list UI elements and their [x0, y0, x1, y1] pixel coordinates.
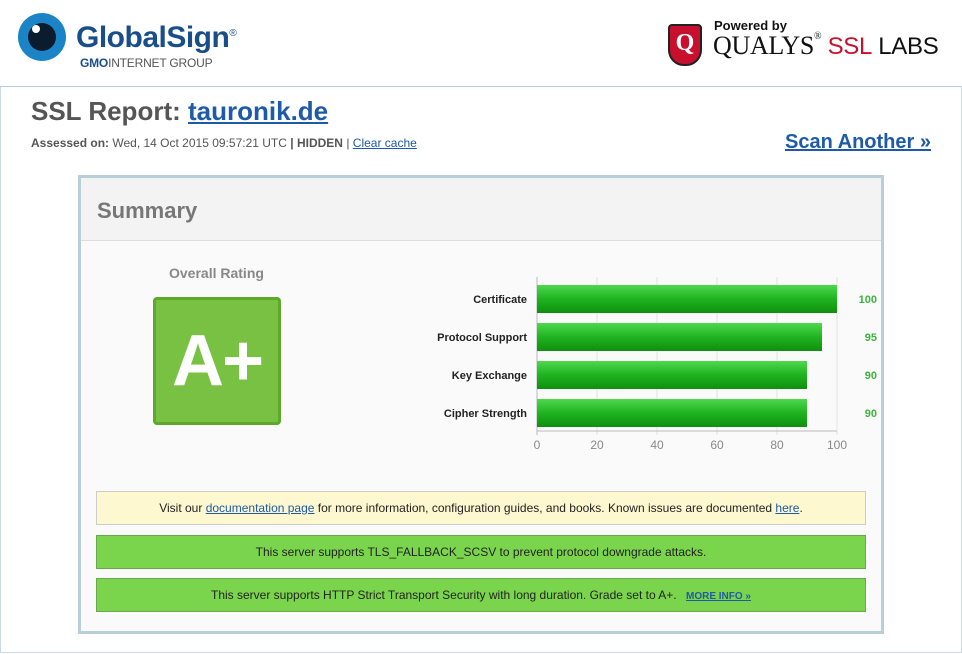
rating-chart-svg: Certificate 100 Protocol Support 95 Key Exch…	[437, 277, 877, 452]
tick-label-2: 40	[650, 438, 664, 452]
tick-label-1: 20	[590, 438, 604, 452]
info-end: .	[799, 501, 803, 515]
tick-label-3: 60	[710, 438, 724, 452]
fallback-scsv-notice: This server supports TLS_FALLBACK_SCSV t…	[96, 535, 866, 569]
globalsign-sub-gmo: GMO	[80, 56, 109, 70]
known-issues-link[interactable]: here	[775, 501, 799, 515]
assessed-label: Assessed on:	[31, 136, 110, 150]
qualys-labs: LABS	[878, 33, 939, 60]
hsts-text: This server supports HTTP Strict Transpo…	[211, 588, 677, 602]
category-label-0: Certificate	[473, 294, 527, 306]
value-label-0: 100	[859, 294, 877, 306]
summary-panel: Summary Overall Rating A+ Certificate 100…	[78, 175, 884, 634]
summary-body: Overall Rating A+ Certificate 100 Protocol…	[81, 241, 881, 631]
documentation-notice: Visit our documentation page for more in…	[96, 491, 866, 525]
category-label-3: Cipher Strength	[444, 408, 527, 420]
header: GlobalSign® GMOINTERNET GROUP Q Powered …	[0, 0, 962, 87]
category-label-2: Key Exchange	[452, 370, 527, 382]
info-pre: Visit our	[159, 501, 203, 515]
globalsign-eye-icon	[18, 13, 66, 61]
domain-link[interactable]: tauronik.de	[188, 96, 328, 126]
rating-chart: Certificate 100 Protocol Support 95 Key Exch…	[331, 277, 877, 467]
bar-3	[537, 399, 807, 427]
summary-header: Summary	[81, 178, 881, 241]
value-label-2: 90	[865, 370, 877, 382]
separator-1: |	[290, 136, 294, 150]
summary-title: Summary	[97, 198, 198, 223]
qualys-brand: QUALYS	[713, 31, 815, 60]
value-label-1: 95	[865, 332, 877, 344]
bar-2	[537, 361, 807, 389]
globalsign-sub-rest: INTERNET GROUP	[108, 56, 213, 70]
clear-cache-link[interactable]: Clear cache	[353, 136, 417, 150]
bar-0	[537, 285, 837, 313]
scan-another-link[interactable]: Scan Another »	[785, 131, 931, 154]
tick-label-0: 0	[534, 438, 541, 452]
grade-badge: A+	[153, 297, 281, 425]
info-mid: for more information, configuration guid…	[317, 501, 773, 515]
bar-1	[537, 323, 822, 351]
qualys-reg: ®	[814, 31, 822, 42]
qualys-ssl: SSL	[827, 33, 873, 60]
documentation-link[interactable]: documentation page	[206, 501, 315, 515]
assessed-line: Assessed on: Wed, 14 Oct 2015 09:57:21 U…	[31, 136, 417, 150]
title-prefix: SSL Report:	[31, 96, 181, 126]
qualys-shield-icon: Q	[668, 24, 702, 66]
tick-label-5: 100	[827, 438, 847, 452]
separator-2: |	[346, 136, 350, 150]
fallback-text: This server supports TLS_FALLBACK_SCSV t…	[255, 545, 707, 559]
globalsign-logo[interactable]: GlobalSign® GMOINTERNET GROUP	[18, 13, 258, 73]
overall-rating-label: Overall Rating	[169, 265, 264, 281]
hsts-notice: This server supports HTTP Strict Transpo…	[96, 578, 866, 612]
globalsign-name: GlobalSign	[76, 21, 230, 54]
qualys-logo[interactable]: Q Powered by QUALYS® SSL LABS	[668, 18, 939, 70]
page-title: SSL Report: tauronik.de	[31, 96, 328, 127]
value-label-3: 90	[865, 408, 877, 420]
assessed-date: Wed, 14 Oct 2015 09:57:21 UTC	[112, 136, 287, 150]
globalsign-reg: ®	[229, 28, 237, 39]
category-label-1: Protocol Support	[437, 332, 527, 344]
more-info-link[interactable]: MORE INFO »	[686, 591, 751, 602]
hidden-badge: HIDDEN	[296, 136, 343, 150]
tick-label-4: 80	[770, 438, 784, 452]
